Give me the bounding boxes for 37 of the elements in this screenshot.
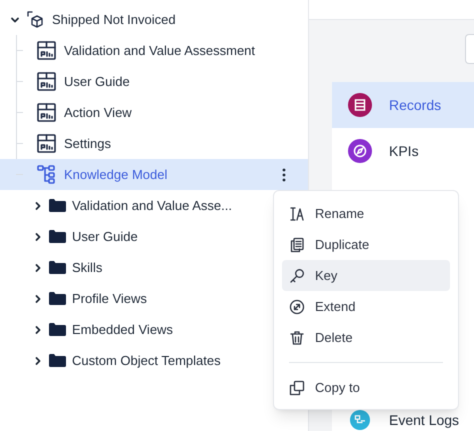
folder-icon [49,354,66,367]
list-icon [348,93,372,117]
more-icon[interactable] [282,168,286,182]
chevron-right-icon[interactable] [33,200,43,210]
cube-icon [27,10,45,28]
chevron-right-icon[interactable] [33,356,43,366]
key-icon [289,268,305,284]
dashboard-icon [37,41,56,60]
expand-circle-icon [289,298,305,314]
tree-item[interactable]: Validation and Value Assessment [0,35,308,66]
folder-icon [49,199,66,212]
text-cursor-icon [289,206,305,222]
tree-item[interactable]: User Guide [0,66,308,97]
folder-icon [49,230,66,243]
copy-icon [289,380,305,396]
tree-item[interactable]: Settings [0,128,308,159]
dashboard-icon [37,103,56,122]
input-field[interactable] [465,34,474,64]
copy-icon [289,236,305,252]
dashboard-icon [37,72,56,91]
chevron-right-icon[interactable] [33,324,43,334]
tree-item[interactable]: Shipped Not Invoiced [0,4,308,35]
folder-icon [49,292,66,305]
chevron-right-icon[interactable] [33,262,43,272]
compass-icon [348,139,372,163]
chevron-down-icon[interactable] [10,14,20,24]
hierarchy-icon [37,165,56,184]
nav-item[interactable]: Records [332,82,474,128]
chevron-right-icon[interactable] [33,294,43,304]
folder-icon [49,323,66,336]
trash-icon [289,330,305,346]
folder-icon [49,261,66,274]
chevron-right-icon[interactable] [33,232,43,242]
menu-item[interactable]: Key [282,260,450,291]
tree-item[interactable]: Action View [0,97,308,128]
tree-item[interactable]: Knowledge Model [0,159,308,190]
dashboard-icon [37,134,56,153]
